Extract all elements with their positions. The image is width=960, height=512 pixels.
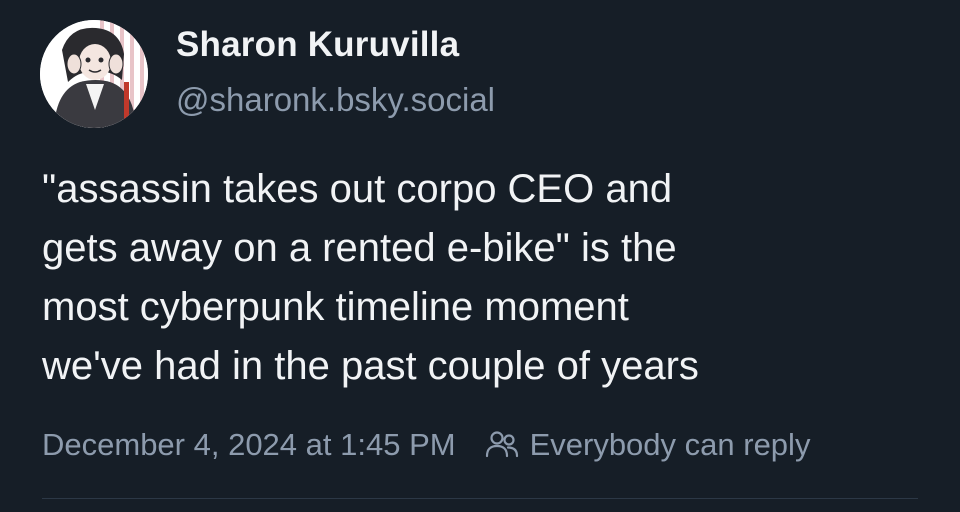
post-card: Sharon Kuruvilla @sharonk.bsky.social "a… (0, 0, 960, 512)
post-text: "assassin takes out corpo CEO and gets a… (42, 160, 942, 396)
people-icon (484, 427, 520, 463)
reply-setting-button[interactable]: Everybody can reply (484, 427, 811, 463)
author-handle[interactable]: @sharonk.bsky.social (176, 81, 495, 119)
post-text-line: "assassin takes out corpo CEO and (42, 167, 673, 211)
reply-setting-label: Everybody can reply (529, 427, 811, 462)
author-display-name[interactable]: Sharon Kuruvilla (176, 25, 459, 65)
avatar[interactable] (40, 20, 148, 128)
post-meta: December 4, 2024 at 1:45 PM Everybody ca… (42, 425, 810, 465)
divider (42, 498, 918, 499)
post-timestamp[interactable]: December 4, 2024 at 1:45 PM (42, 427, 456, 463)
post-text-line: gets away on a rented e-bike" is the (42, 226, 677, 270)
post-text-line: most cyberpunk timeline moment (42, 285, 629, 329)
avatar-illustration (40, 20, 148, 128)
post-text-line: we've had in the past couple of years (42, 344, 699, 388)
